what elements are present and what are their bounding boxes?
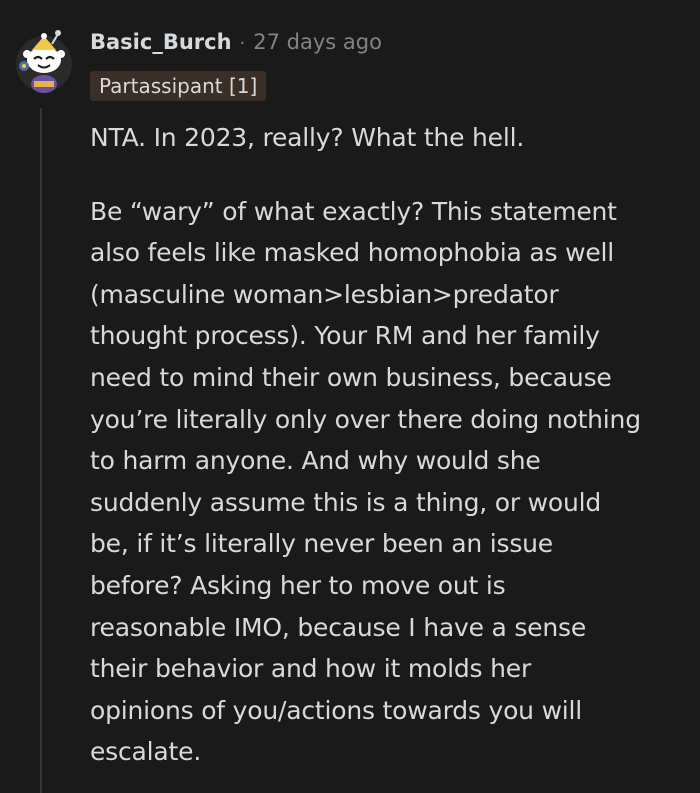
author-link[interactable]: Basic_Burch [90, 30, 232, 54]
avatar[interactable] [14, 26, 74, 96]
snoo-avatar-icon [16, 30, 72, 93]
comment-paragraph: NTA. In 2023, really? What the hell. [90, 123, 525, 152]
separator-dot: · [239, 33, 246, 54]
thread-collapse-line[interactable] [40, 108, 42, 793]
user-flair: Partassipant [1] [90, 71, 267, 101]
comment-body: NTA. In 2023, really? What the hell. Be … [90, 117, 690, 773]
comment-paragraph: Be “wary” of what exactly? This statemen… [90, 196, 641, 767]
comment-header: Basic_Burch · 27 days ago [90, 30, 382, 54]
comment: Basic_Burch · 27 days ago Partassipant [… [0, 0, 700, 793]
timestamp-link[interactable]: 27 days ago [253, 30, 382, 54]
